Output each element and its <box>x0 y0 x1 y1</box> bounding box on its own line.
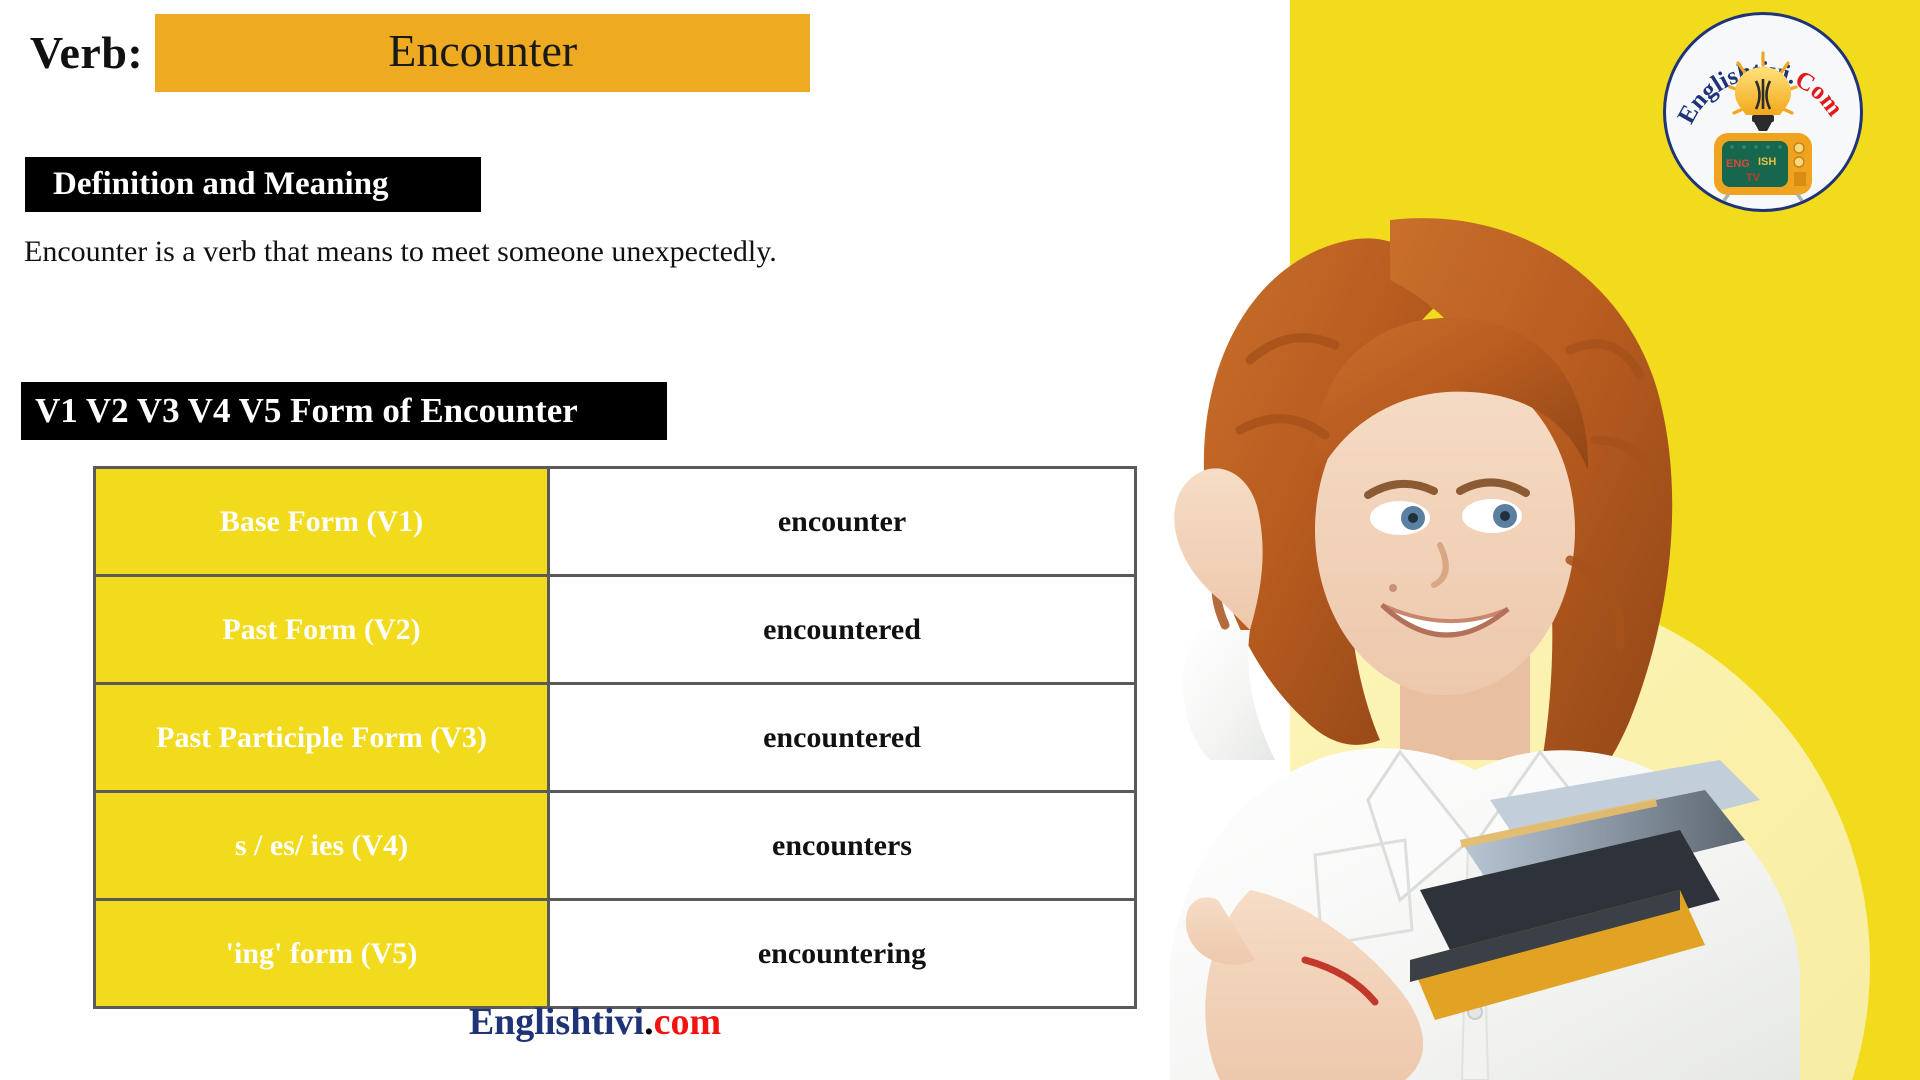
form-label-cell: Past Form (V2) <box>93 574 550 685</box>
form-label-cell: s / es/ ies (V4) <box>93 790 550 901</box>
footer-brand: Englishtivi.com <box>0 1000 1190 1044</box>
englishtivi-logo: Englishtivi.Com ENG ISH TV <box>1663 12 1863 212</box>
verb-header: Verb: Encounter <box>30 14 811 92</box>
verb-forms-table: Base Form (V1) encounter Past Form (V2) … <box>93 466 1137 1009</box>
form-label-cell: Past Participle Form (V3) <box>93 682 550 793</box>
form-label-cell: 'ing' form (V5) <box>93 898 550 1009</box>
definition-text: Encounter is a verb that means to meet s… <box>24 235 777 268</box>
form-value-cell: encountered <box>547 682 1137 793</box>
form-value-cell: encountering <box>547 898 1137 1009</box>
form-value-cell: encounters <box>547 790 1137 901</box>
table-row: 'ing' form (V5) encountering <box>93 898 1137 1009</box>
verb-word: Encounter <box>388 25 578 76</box>
form-label-cell: Base Form (V1) <box>93 466 550 577</box>
form-value-cell: encountered <box>547 574 1137 685</box>
student-photo <box>1100 200 1920 1080</box>
logo-arc-tld: Com <box>1791 66 1849 122</box>
verb-label: Verb: <box>30 27 144 78</box>
logo-tv-line3: TV <box>1746 172 1761 184</box>
table-row: s / es/ ies (V4) encounters <box>93 790 1137 901</box>
verb-forms-table-body: Base Form (V1) encounter Past Form (V2) … <box>93 466 1137 1009</box>
forms-section-tag: V1 V2 V3 V4 V5 Form of Encounter <box>21 382 667 440</box>
definition-section-tag: Definition and Meaning <box>25 157 481 212</box>
logo-tv-line1: ENG <box>1726 158 1750 170</box>
footer-brand-dot: . <box>644 1001 654 1043</box>
footer-brand-name: Englishtivi <box>468 1001 645 1043</box>
footer-brand-tld: com <box>653 1001 722 1043</box>
verb-word-chip: Encounter <box>155 14 811 92</box>
table-row: Past Participle Form (V3) encountered <box>93 682 1137 793</box>
table-row: Past Form (V2) encountered <box>93 574 1137 685</box>
form-value-cell: encounter <box>547 466 1137 577</box>
logo-tv-line2: ISH <box>1758 156 1776 168</box>
table-row: Base Form (V1) encounter <box>93 466 1137 577</box>
